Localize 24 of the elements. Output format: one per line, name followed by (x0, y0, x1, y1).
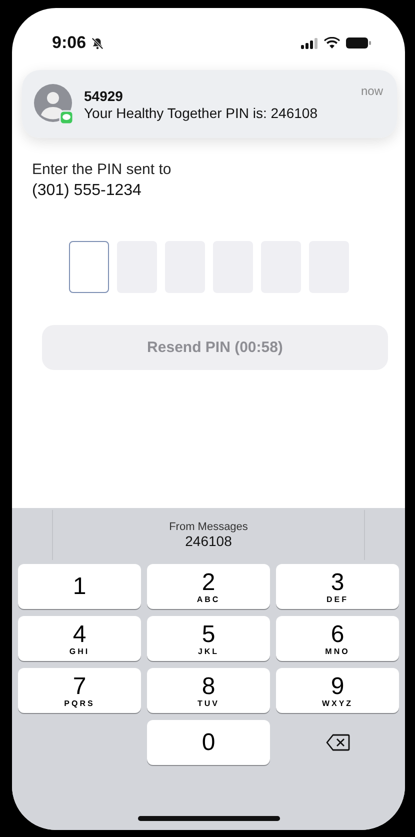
code-suggestion[interactable]: From Messages 246108 (52, 510, 365, 560)
keypad-key[interactable]: 1 (18, 564, 141, 609)
keypad-key[interactable]: 0 (147, 720, 270, 765)
message-notification[interactable]: 54929 Your Healthy Together PIN is: 246108 now (22, 70, 397, 138)
battery-icon (346, 37, 371, 49)
wifi-icon (324, 37, 340, 49)
notification-message: Your Healthy Together PIN is: 246108 (84, 104, 318, 120)
contact-avatar-icon (34, 84, 74, 124)
keypad-key[interactable]: 9 WXYZ (276, 668, 399, 713)
phone-number: (301) 555-1234 (32, 181, 142, 201)
keypad-key[interactable]: 7 PQRS (18, 668, 141, 713)
delete-icon (326, 734, 350, 751)
keypad-key[interactable]: 8 TUV (147, 668, 270, 713)
status-time: 9:06 (52, 33, 86, 53)
keypad-key[interactable]: 4 GHI (18, 616, 141, 661)
pin-prompt: Enter the PIN sent to (32, 160, 172, 180)
keypad-key[interactable]: 2 ABC (147, 564, 270, 609)
pin-digit-field[interactable] (68, 241, 108, 293)
notification-time: now (360, 84, 383, 98)
keypad-key[interactable]: 6 MNO (276, 616, 399, 661)
signal-icon (301, 38, 318, 48)
keypad-key[interactable]: 3 DEF (276, 564, 399, 609)
notification-sender: 54929 (84, 88, 124, 104)
keypad-key[interactable]: 5 JKL (147, 616, 270, 661)
